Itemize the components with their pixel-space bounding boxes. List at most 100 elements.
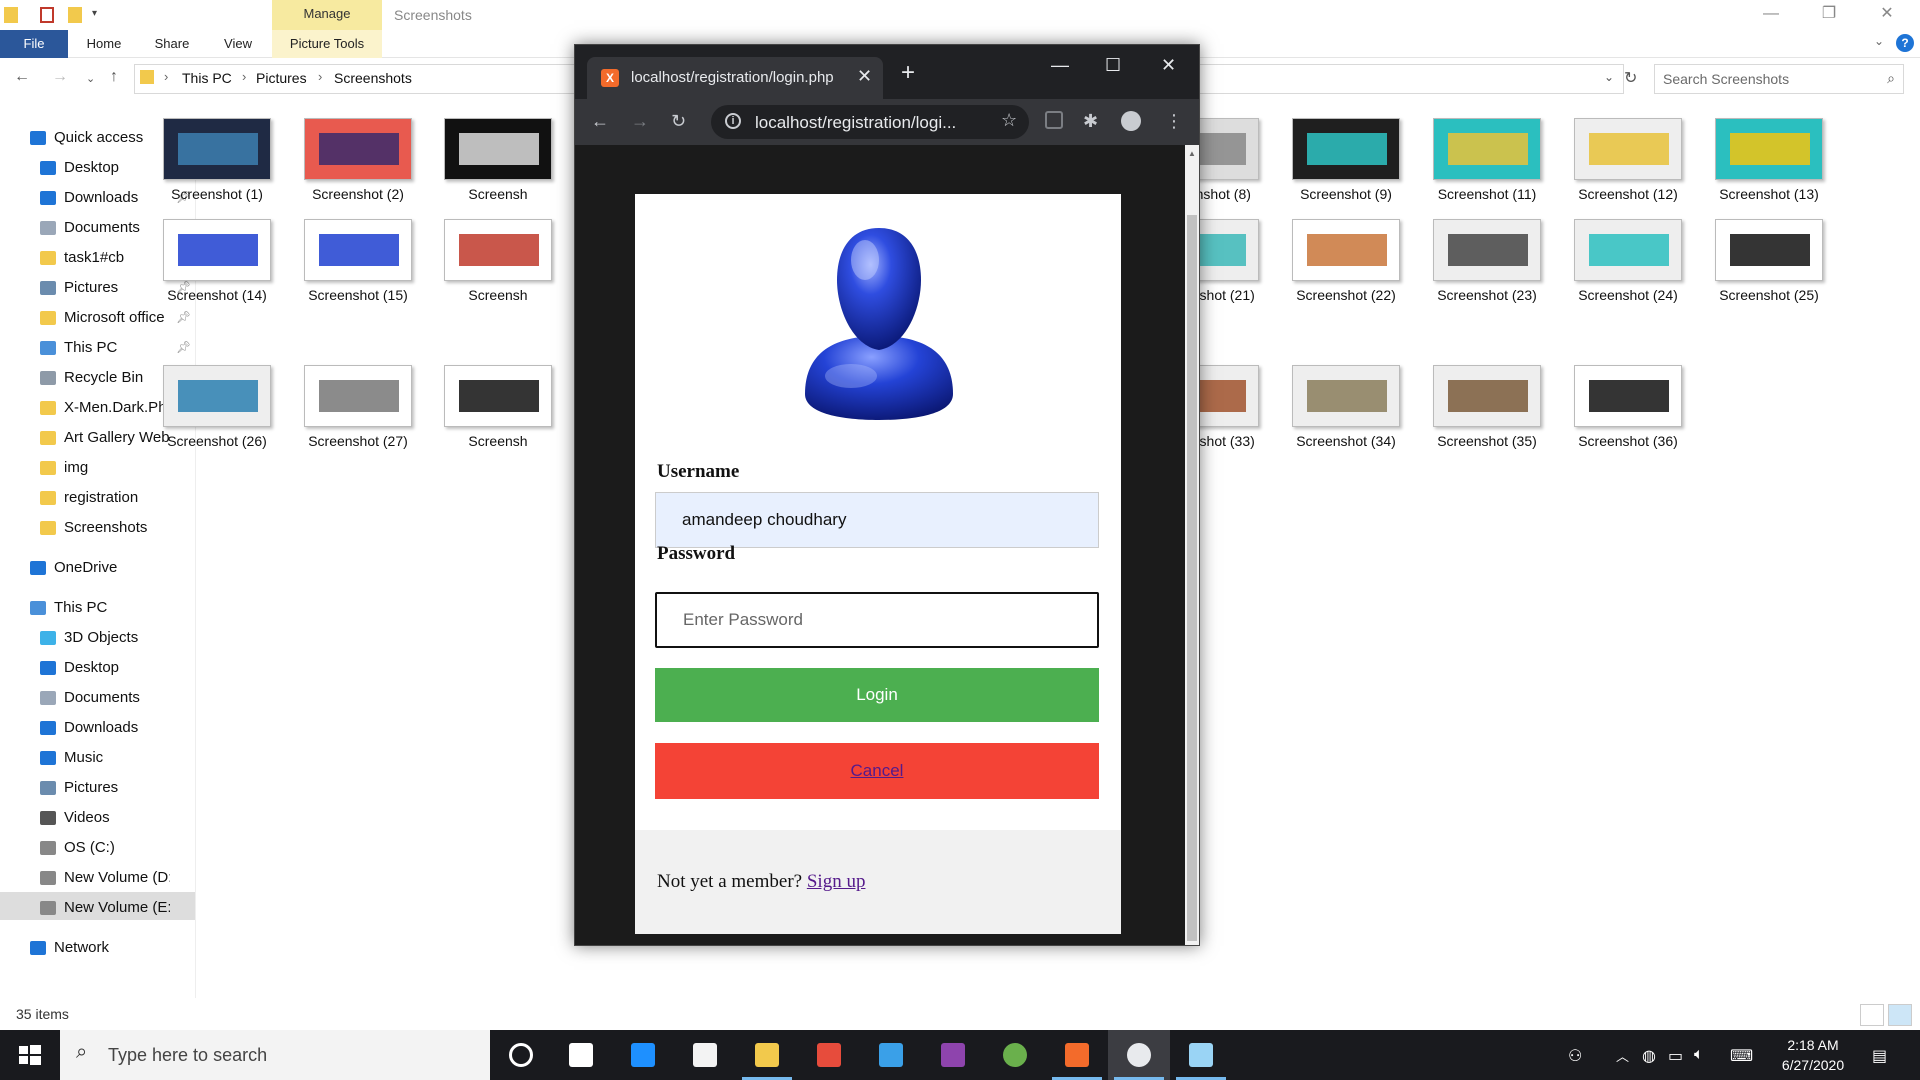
file-thumbnail[interactable]: Screenshot (26)	[152, 365, 282, 449]
pocket-extension-icon[interactable]	[1045, 111, 1063, 129]
properties-icon[interactable]	[40, 7, 54, 23]
file-thumbnail[interactable]: Screenshot (13)	[1704, 118, 1834, 202]
file-thumbnail[interactable]: Screenshot (12)	[1563, 118, 1693, 202]
file-thumbnail[interactable]: Screenshot (36)	[1563, 365, 1693, 449]
site-info-icon[interactable]: i	[725, 113, 741, 129]
signup-link[interactable]: Sign up	[807, 871, 866, 892]
address-dropdown-chevron-icon[interactable]: ⌄	[1604, 70, 1614, 84]
taskbar-app-xampp[interactable]	[1046, 1030, 1108, 1080]
file-thumbnail[interactable]: Screenshot (2)	[293, 118, 423, 202]
reload-icon[interactable]: ↻	[671, 111, 686, 132]
refresh-icon[interactable]: ↻	[1624, 68, 1637, 88]
battery-icon[interactable]: ▭	[1668, 1046, 1683, 1066]
nav-item-new-volume-e[interactable]: New Volume (E:)	[40, 894, 170, 922]
taskbar-app-gift[interactable]	[798, 1030, 860, 1080]
tab-home[interactable]: Home	[80, 30, 128, 58]
nav-item-music[interactable]: Music	[40, 744, 170, 772]
manage-context-tab[interactable]: Manage	[272, 0, 382, 30]
taskbar-app-visual-studio[interactable]	[922, 1030, 984, 1080]
file-thumbnail[interactable]: Screenshot (15)	[293, 219, 423, 303]
system-clock[interactable]: 2:18 AM 6/27/2020	[1768, 1035, 1858, 1075]
up-arrow-icon[interactable]: ↑	[110, 68, 118, 86]
search-input[interactable]	[1663, 70, 1868, 88]
login-button[interactable]: Login	[655, 668, 1099, 722]
menu-kebab-icon[interactable]: ⋮	[1165, 111, 1183, 132]
nav-item-quick-access[interactable]: Quick access	[30, 124, 170, 152]
search-icon[interactable]: ⌕	[1887, 70, 1895, 87]
restore-icon[interactable]: ❐	[1800, 0, 1858, 30]
tab-picture-tools[interactable]: Picture Tools	[272, 30, 382, 58]
customize-toolbar-chevron-icon[interactable]: ▾	[92, 8, 97, 19]
close-icon[interactable]: ✕	[1161, 55, 1176, 76]
nav-item-pictures[interactable]: Pictures	[40, 774, 170, 802]
help-icon[interactable]: ?	[1896, 34, 1914, 52]
taskbar-app-edge[interactable]	[612, 1030, 674, 1080]
file-thumbnail[interactable]: Screensh	[433, 118, 563, 202]
nav-item-videos[interactable]: Videos	[40, 804, 170, 832]
minimize-icon[interactable]: —	[1051, 55, 1069, 76]
new-folder-icon[interactable]	[68, 7, 82, 23]
show-hidden-icons-chevron-icon[interactable]: ︿	[1616, 1046, 1629, 1065]
nav-item-x-men-dark-phoe[interactable]: X-Men.Dark.Phoe	[40, 394, 170, 422]
details-view-icon[interactable]	[1860, 1004, 1884, 1026]
bookmark-star-icon[interactable]: ☆	[1001, 110, 1017, 131]
recent-locations-chevron-icon[interactable]: ⌄	[86, 72, 95, 85]
nav-item-this-pc[interactable]: This PC	[40, 334, 170, 362]
file-thumbnail[interactable]: Screenshot (1)	[152, 118, 282, 202]
nav-item-downloads[interactable]: Downloads	[40, 714, 170, 742]
nav-item-onedrive[interactable]: OneDrive	[30, 554, 170, 582]
file-thumbnail[interactable]: Screensh	[433, 219, 563, 303]
back-arrow-icon[interactable]: ←	[591, 111, 609, 132]
file-thumbnail[interactable]: Screensh	[433, 365, 563, 449]
taskbar-app-task-view[interactable]	[550, 1030, 612, 1080]
nav-item-desktop[interactable]: Desktop	[40, 154, 170, 182]
profile-avatar-icon[interactable]	[1121, 111, 1141, 131]
tab-share[interactable]: Share	[148, 30, 196, 58]
nav-item-desktop[interactable]: Desktop	[40, 654, 170, 682]
cancel-link[interactable]: Cancel	[851, 761, 904, 780]
back-arrow-icon[interactable]: ←	[14, 68, 30, 86]
file-thumbnail[interactable]: Screenshot (22)	[1281, 219, 1411, 303]
nav-item-new-volume-d[interactable]: New Volume (D:)	[40, 864, 170, 892]
pin-icon[interactable]: 📌︎	[176, 340, 191, 354]
taskbar-app-cortana[interactable]	[490, 1030, 552, 1080]
new-tab-icon[interactable]: +	[901, 59, 915, 87]
volume-icon[interactable]: 🔈︎	[1694, 1046, 1704, 1064]
omnibox[interactable]: i localhost/registration/logi... ☆	[711, 105, 1029, 139]
taskbar-app-store[interactable]	[674, 1030, 736, 1080]
keyboard-icon[interactable]: ⌨	[1730, 1046, 1753, 1066]
nav-item-3d-objects[interactable]: 3D Objects	[40, 624, 170, 652]
nav-item-downloads[interactable]: Downloads	[40, 184, 170, 212]
extensions-puzzle-icon[interactable]: ✱	[1083, 111, 1098, 132]
file-thumbnail[interactable]: Screenshot (14)	[152, 219, 282, 303]
close-tab-icon[interactable]: ✕	[857, 66, 872, 87]
browser-tab[interactable]: X localhost/registration/login.php ✕	[587, 57, 883, 99]
nav-item-documents[interactable]: Documents	[40, 214, 170, 242]
tab-view[interactable]: View	[214, 30, 262, 58]
taskbar-search-box[interactable]: ⌕	[60, 1030, 490, 1080]
expand-ribbon-chevron-icon[interactable]: ⌄	[1874, 34, 1884, 48]
start-button[interactable]	[0, 1030, 60, 1080]
file-thumbnail[interactable]: Screenshot (11)	[1422, 118, 1552, 202]
tab-file[interactable]: File	[0, 30, 68, 58]
nav-item-task1-cb[interactable]: task1#cb	[40, 244, 170, 272]
large-icons-view-icon[interactable]	[1888, 1004, 1912, 1026]
file-thumbnail[interactable]: Screenshot (23)	[1422, 219, 1552, 303]
nav-item-pictures[interactable]: Pictures	[40, 274, 170, 302]
nav-item-os-c[interactable]: OS (C:)	[40, 834, 170, 862]
username-input[interactable]	[655, 492, 1099, 548]
nav-item-art-gallery-website[interactable]: Art Gallery Website	[40, 424, 170, 452]
nav-item-this-pc[interactable]: This PC	[30, 594, 170, 622]
search-box[interactable]: ⌕	[1654, 64, 1904, 94]
taskbar-app-chrome[interactable]	[1108, 1030, 1170, 1080]
cancel-button[interactable]: Cancel	[655, 743, 1099, 799]
file-thumbnail[interactable]: Screenshot (35)	[1422, 365, 1552, 449]
nav-item-img[interactable]: img	[40, 454, 170, 482]
breadcrumb-pictures[interactable]: Pictures	[256, 70, 307, 86]
taskbar-search-input[interactable]	[108, 1044, 468, 1066]
file-thumbnail[interactable]: Screenshot (24)	[1563, 219, 1693, 303]
breadcrumb-screenshots[interactable]: Screenshots	[334, 70, 412, 86]
nav-item-microsoft-office[interactable]: Microsoft office	[40, 304, 170, 332]
pin-icon[interactable]: 📌︎	[176, 310, 191, 324]
file-thumbnail[interactable]: Screenshot (25)	[1704, 219, 1834, 303]
